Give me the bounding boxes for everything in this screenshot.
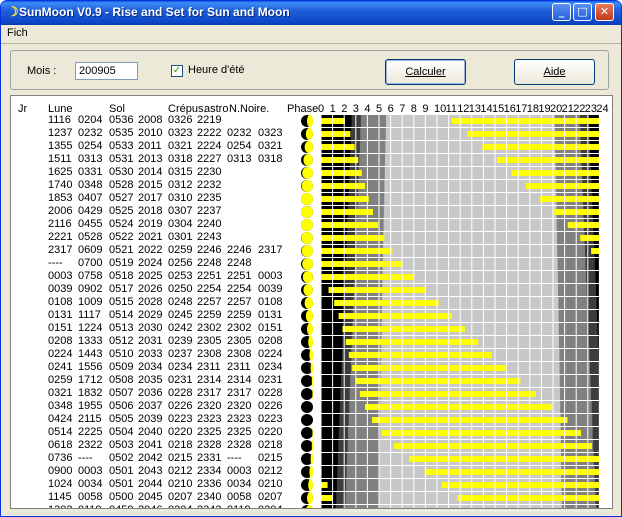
moon-phase-lit xyxy=(302,167,313,179)
calculate-button[interactable]: Calculer xyxy=(385,59,466,85)
moon-phase-icon xyxy=(301,375,313,387)
sky-segment xyxy=(383,219,557,231)
moon-phase-lit xyxy=(310,362,313,374)
moon-bar xyxy=(451,118,600,124)
moon-app-icon: ☽ xyxy=(7,4,19,19)
help-button[interactable]: Aide xyxy=(514,59,595,85)
moon-bar xyxy=(359,391,536,397)
moon-bar xyxy=(467,131,600,137)
moon-bar xyxy=(352,365,506,371)
moon-bar xyxy=(321,196,369,202)
close-button[interactable]: ✕ xyxy=(595,3,614,21)
moon-bar xyxy=(342,326,465,332)
mois-label: Mois : xyxy=(27,65,57,77)
moon-phase-lit xyxy=(312,388,314,400)
moon-phase-lit xyxy=(305,310,313,322)
moon-bar xyxy=(425,469,600,475)
moon-bar xyxy=(321,157,359,163)
moon-phase-lit xyxy=(301,232,313,244)
minimize-button[interactable]: _ xyxy=(552,3,571,21)
moon-phase-lit xyxy=(301,206,313,218)
moon-phase-icon xyxy=(301,388,313,400)
maximize-button[interactable]: □ xyxy=(573,3,592,21)
moon-bar xyxy=(365,404,553,410)
moon-bar xyxy=(328,287,426,293)
moon-bar xyxy=(497,157,600,163)
moon-phase-lit xyxy=(308,336,313,348)
moon-phase-lit xyxy=(310,453,313,465)
moon-phase-lit xyxy=(311,440,313,452)
moon-phase-lit xyxy=(303,154,314,166)
moon-bar xyxy=(372,417,568,423)
moon-phase-lit xyxy=(305,128,313,140)
moon-bar xyxy=(321,131,351,137)
moon-bar xyxy=(321,144,355,150)
moon-bar xyxy=(348,352,492,358)
moon-bar xyxy=(381,430,582,436)
moon-phase-lit xyxy=(301,245,313,257)
moon-phase-lit xyxy=(312,427,314,439)
window-title: SunMoon V0.9 - Rise and Set for Sun and … xyxy=(19,5,290,19)
moon-phase-lit xyxy=(301,193,313,205)
moon-phase-lit xyxy=(304,141,313,153)
moon-bar xyxy=(554,209,600,215)
moon-phase-lit xyxy=(307,115,313,127)
moon-bar xyxy=(321,209,374,215)
moon-phase-lit xyxy=(307,492,313,504)
moon-bar xyxy=(540,196,600,202)
sky-segment xyxy=(378,505,562,508)
moon-phase-lit xyxy=(301,180,313,192)
moon-bar xyxy=(567,222,600,228)
moon-phase-lit xyxy=(302,271,313,283)
moon-bar xyxy=(321,495,333,501)
results-panel: Jr Lune Sol Crépus. astro N.Noire. Phase… xyxy=(10,95,613,509)
moon-bar xyxy=(321,222,379,228)
moon-phase-icon xyxy=(301,427,313,439)
moon-phase-lit xyxy=(309,349,314,361)
menu-separator xyxy=(1,43,621,44)
sky-segment xyxy=(383,232,558,244)
menu-file[interactable]: Fich xyxy=(7,27,28,39)
app-window: ☽ SunMoon V0.9 - Rise and Set for Sun an… xyxy=(0,0,622,517)
dst-label: Heure d'été xyxy=(188,64,245,76)
menu-bar: Fich xyxy=(1,25,621,43)
moon-phase-icon xyxy=(301,414,313,426)
moon-bar xyxy=(525,183,600,189)
sky-segment xyxy=(384,193,557,205)
moon-phase-lit xyxy=(309,466,314,478)
mois-input[interactable] xyxy=(75,62,138,80)
moon-bar xyxy=(321,482,328,488)
help-button-label: Aide xyxy=(543,66,566,78)
calculate-button-label: Calculer xyxy=(405,66,446,78)
moon-phase-lit xyxy=(304,297,313,309)
sky-segment xyxy=(383,245,558,257)
moon-bar xyxy=(321,261,403,267)
moon-bar xyxy=(334,300,439,306)
moon-bar xyxy=(580,235,600,241)
moon-bar xyxy=(321,248,393,254)
moon-phase-lit xyxy=(308,479,313,491)
moon-bar xyxy=(591,248,600,254)
daylight-chart xyxy=(301,114,600,508)
moon-bar xyxy=(355,378,521,384)
moon-bar xyxy=(321,235,385,241)
title-bar[interactable]: ☽ SunMoon V0.9 - Rise and Set for Sun an… xyxy=(1,1,621,25)
moon-bar xyxy=(457,495,600,501)
dst-checkbox[interactable]: ✓ xyxy=(171,65,183,77)
moon-bar xyxy=(321,183,366,189)
moon-phase-lit xyxy=(311,375,313,387)
moon-bar xyxy=(511,170,600,176)
moon-phase-lit xyxy=(307,323,313,335)
moon-phase-lit xyxy=(303,284,314,296)
sky-segment xyxy=(382,258,558,270)
moon-phase-icon xyxy=(301,401,313,413)
moon-phase-lit xyxy=(301,219,313,231)
moon-bar xyxy=(409,456,600,462)
moon-phase-lit xyxy=(302,258,313,270)
moon-phase-icon xyxy=(301,440,313,452)
moon-bar xyxy=(394,443,593,449)
sky-segment xyxy=(383,206,557,218)
moon-bar xyxy=(345,339,479,345)
